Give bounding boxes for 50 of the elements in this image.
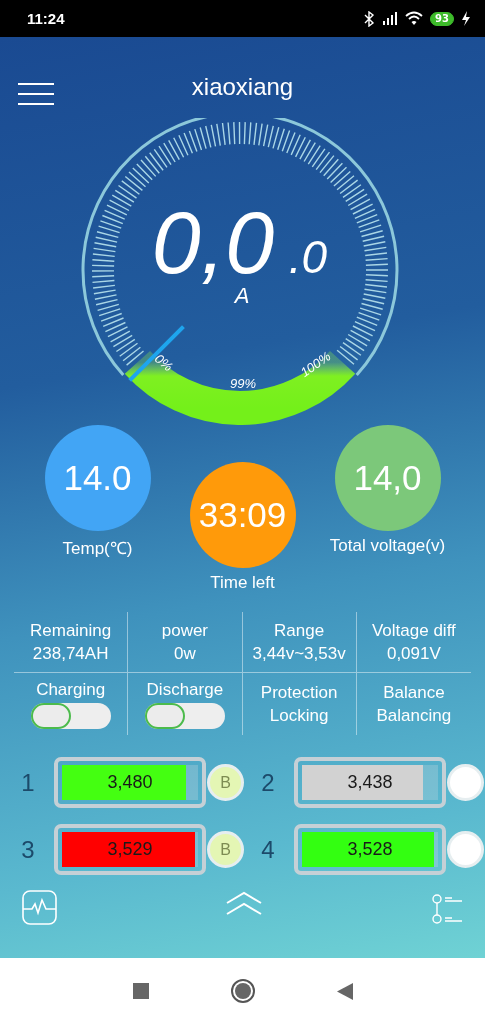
signal-icon [382, 11, 399, 26]
timeline-icon[interactable] [431, 894, 463, 925]
indicator-label: Time left [210, 573, 275, 593]
stat-label: Discharge [146, 679, 224, 700]
percent-label: 0% [151, 350, 176, 375]
cell-voltage: 3,528 [346, 838, 394, 861]
wifi-icon [405, 11, 424, 26]
home-button[interactable] [230, 979, 255, 1003]
current-decimal: .0 [288, 231, 327, 283]
stat-value: 0w [174, 643, 196, 664]
indicator-label: Total voltage(v) [329, 536, 446, 556]
status-time: 11:24 [27, 10, 66, 27]
percent-label: 99% [229, 376, 256, 391]
double-chevron-icon[interactable] [225, 890, 263, 917]
cell-number: 4 [260, 835, 276, 864]
stat-label: Charging [36, 679, 106, 700]
stat-value: 3,44v~3,53v [252, 643, 346, 664]
stat-label: Range [274, 620, 325, 641]
stat-label: power [161, 620, 209, 641]
indicator-circle: 14.0 [44, 425, 151, 531]
cell-number: 1 [20, 768, 36, 797]
cell-number: 2 [260, 768, 276, 797]
balance-badge: B [207, 764, 244, 801]
indicator-label: Temp(℃) [62, 538, 133, 559]
cell-number: 3 [20, 835, 36, 864]
back-button[interactable] [336, 982, 353, 1000]
app-title: xiaoxiang [191, 72, 294, 101]
stat-label: Balance [383, 682, 445, 703]
toggle-switch[interactable] [30, 702, 111, 729]
stat-label: Voltage diff [371, 620, 456, 641]
cell-voltage: 3,529 [106, 838, 154, 861]
stat-value: 238,74AH [32, 643, 109, 664]
toggle-switch[interactable] [144, 702, 225, 729]
stat-label: Remaining [30, 620, 112, 641]
gauge-needle [127, 325, 185, 382]
stat-value: 0,091V [386, 643, 441, 664]
charging-icon [461, 11, 471, 26]
stat-label: Protection [260, 682, 338, 703]
pulse-icon[interactable] [22, 890, 57, 925]
menu-icon[interactable] [18, 83, 54, 105]
indicator-circle: 33:09 [189, 462, 296, 568]
stat-value: Balancing [376, 705, 452, 726]
stat-value: Locking [269, 705, 329, 726]
battery-level: 93 [430, 11, 454, 26]
indicator-circle: 14,0 [334, 425, 441, 531]
bluetooth-icon [363, 10, 376, 27]
cell-voltage: 3,480 [106, 771, 154, 794]
recents-button[interactable] [132, 983, 149, 999]
balance-badge: B [207, 831, 244, 868]
cell-voltage: 3,438 [346, 771, 394, 794]
